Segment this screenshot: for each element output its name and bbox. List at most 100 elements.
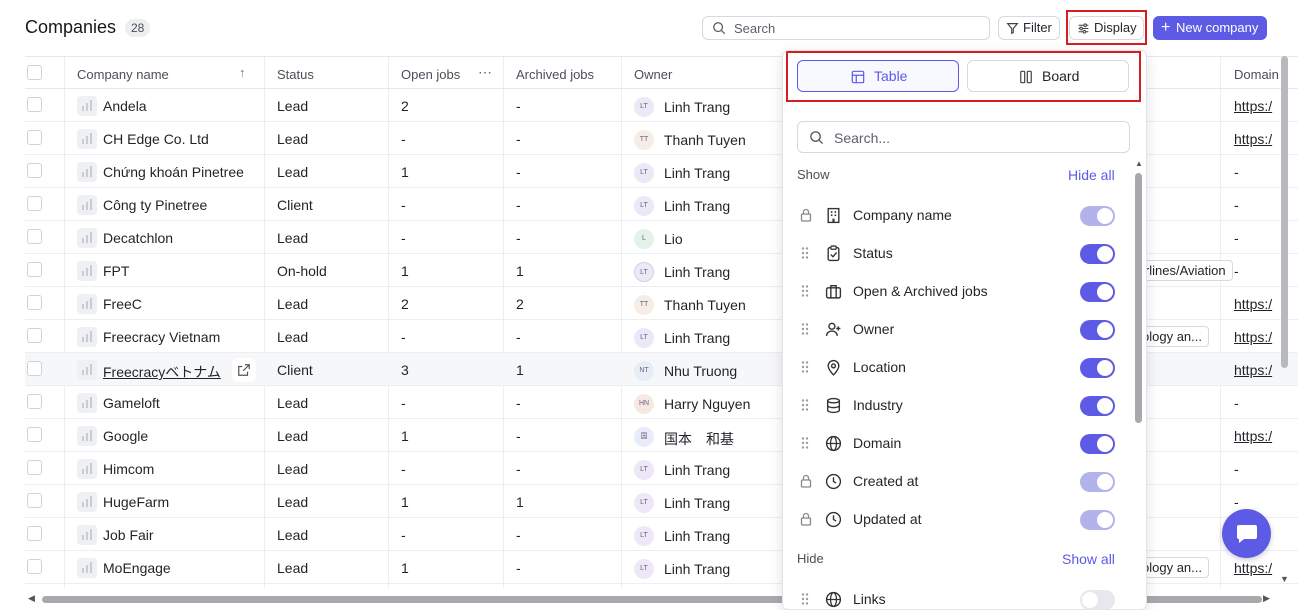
filter-button[interactable]: Filter — [998, 16, 1060, 40]
row-checkbox[interactable] — [27, 262, 42, 277]
select-all-checkbox[interactable] — [27, 65, 42, 80]
domain-cell[interactable]: https:/ — [1234, 98, 1272, 114]
column-status[interactable]: Status — [277, 67, 314, 82]
row-checkbox[interactable] — [27, 361, 42, 376]
vertical-scroll-thumb[interactable] — [1281, 56, 1288, 368]
row-checkbox[interactable] — [27, 130, 42, 145]
column-item-location[interactable]: Location — [783, 348, 1133, 386]
status-cell[interactable]: Lead — [277, 461, 308, 477]
company-name-link[interactable]: CH Edge Co. Ltd — [103, 131, 209, 147]
company-name-link[interactable]: Freecracyベトナム — [103, 362, 221, 382]
status-cell[interactable]: Lead — [277, 98, 308, 114]
company-name-link[interactable]: Công ty Pinetree — [103, 197, 207, 213]
status-cell[interactable]: Lead — [277, 329, 308, 345]
column-open-jobs[interactable]: Open jobs — [401, 67, 460, 82]
panel-scroll-thumb[interactable] — [1135, 173, 1142, 423]
company-name-link[interactable]: Freecracy Vietnam — [103, 329, 220, 345]
scroll-down-icon[interactable]: ▼ — [1280, 574, 1289, 584]
status-cell[interactable]: Lead — [277, 296, 308, 312]
status-cell[interactable]: On-hold — [277, 263, 327, 279]
toggle-switch[interactable] — [1080, 396, 1115, 416]
column-owner[interactable]: Owner — [634, 67, 672, 82]
view-board-tab[interactable]: Board — [967, 60, 1129, 92]
status-cell[interactable]: Lead — [277, 560, 308, 576]
row-checkbox[interactable] — [27, 493, 42, 508]
status-cell[interactable]: Lead — [277, 131, 308, 147]
company-name-link[interactable]: Google — [103, 428, 148, 444]
domain-cell[interactable]: https:/ — [1234, 329, 1272, 345]
row-checkbox[interactable] — [27, 526, 42, 541]
column-archived-jobs[interactable]: Archived jobs — [516, 67, 594, 82]
drag-handle-icon[interactable] — [800, 360, 810, 374]
status-cell[interactable]: Lead — [277, 230, 308, 246]
company-name-link[interactable]: Andela — [103, 98, 147, 114]
vertical-scrollbar[interactable]: ▼ — [1278, 56, 1292, 586]
panel-scroll-up-icon[interactable]: ▲ — [1135, 159, 1143, 168]
column-item-links[interactable]: Links — [783, 580, 1133, 609]
company-name-link[interactable]: Decatchlon — [103, 230, 173, 246]
company-name-link[interactable]: Gameloft — [103, 395, 160, 411]
new-company-button[interactable]: + New company — [1153, 16, 1267, 40]
row-checkbox[interactable] — [27, 427, 42, 442]
row-checkbox[interactable] — [27, 460, 42, 475]
column-item-industry[interactable]: Industry — [783, 386, 1133, 424]
row-checkbox[interactable] — [27, 394, 42, 409]
column-company-name[interactable]: Company name — [77, 67, 169, 82]
status-cell[interactable]: Lead — [277, 527, 308, 543]
show-all-link[interactable]: Show all — [1062, 551, 1115, 567]
column-item-open-archived-jobs[interactable]: Open & Archived jobs — [783, 272, 1133, 310]
drag-handle-icon[interactable] — [800, 398, 810, 412]
row-checkbox[interactable] — [27, 97, 42, 112]
toggle-switch[interactable] — [1080, 282, 1115, 302]
open-external-icon[interactable] — [232, 358, 256, 382]
column-search-input[interactable]: Search... — [797, 121, 1130, 153]
row-checkbox[interactable] — [27, 328, 42, 343]
company-name-link[interactable]: Job Fair — [103, 527, 154, 543]
company-name-link[interactable]: FreeC — [103, 296, 142, 312]
status-cell[interactable]: Lead — [277, 494, 308, 510]
status-cell[interactable]: Client — [277, 362, 313, 378]
drag-handle-icon[interactable] — [800, 322, 810, 336]
company-name-link[interactable]: Himcom — [103, 461, 154, 477]
company-name-link[interactable]: FPT — [103, 263, 129, 279]
company-name-link[interactable]: MoEngage — [103, 560, 171, 576]
view-table-tab[interactable]: Table — [797, 60, 959, 92]
domain-cell[interactable]: https:/ — [1234, 362, 1272, 378]
column-item-status[interactable]: Status — [783, 234, 1133, 272]
status-cell[interactable]: Lead — [277, 428, 308, 444]
search-input[interactable]: Search — [702, 16, 990, 40]
toggle-switch[interactable] — [1080, 244, 1115, 264]
hide-all-link[interactable]: Hide all — [1068, 167, 1115, 183]
row-checkbox[interactable] — [27, 295, 42, 310]
drag-handle-icon[interactable] — [800, 436, 810, 450]
status-cell[interactable]: Client — [277, 197, 313, 213]
row-checkbox[interactable] — [27, 196, 42, 211]
row-checkbox[interactable] — [27, 229, 42, 244]
column-item-domain[interactable]: Domain — [783, 424, 1133, 462]
column-domain[interactable]: Domain — [1234, 67, 1279, 82]
scroll-left-icon[interactable]: ◀ — [28, 593, 35, 604]
column-item-owner[interactable]: Owner — [783, 310, 1133, 348]
domain-cell[interactable]: https:/ — [1234, 428, 1272, 444]
company-name-link[interactable]: HugeFarm — [103, 494, 169, 510]
more-options-icon[interactable]: ⋯ — [478, 64, 492, 81]
drag-handle-icon[interactable] — [800, 592, 810, 606]
display-button[interactable]: Display — [1069, 16, 1144, 40]
status-cell[interactable]: Lead — [277, 395, 308, 411]
sort-arrow-up-icon[interactable]: ↑ — [239, 65, 246, 80]
company-name-link[interactable]: Chứng khoán Pinetree — [103, 164, 244, 180]
chat-button[interactable] — [1222, 509, 1271, 558]
panel-scrollbar[interactable]: ▲ — [1133, 159, 1145, 607]
toggle-switch[interactable] — [1080, 358, 1115, 378]
toggle-switch[interactable] — [1080, 434, 1115, 454]
domain-cell[interactable]: https:/ — [1234, 296, 1272, 312]
row-checkbox[interactable] — [27, 163, 42, 178]
toggle-switch[interactable] — [1080, 320, 1115, 340]
scroll-right-icon[interactable]: ▶ — [1263, 593, 1270, 604]
drag-handle-icon[interactable] — [800, 246, 810, 260]
toggle-switch[interactable] — [1080, 590, 1115, 609]
drag-handle-icon[interactable] — [800, 284, 810, 298]
row-checkbox[interactable] — [27, 559, 42, 574]
domain-cell[interactable]: https:/ — [1234, 131, 1272, 147]
status-cell[interactable]: Lead — [277, 164, 308, 180]
